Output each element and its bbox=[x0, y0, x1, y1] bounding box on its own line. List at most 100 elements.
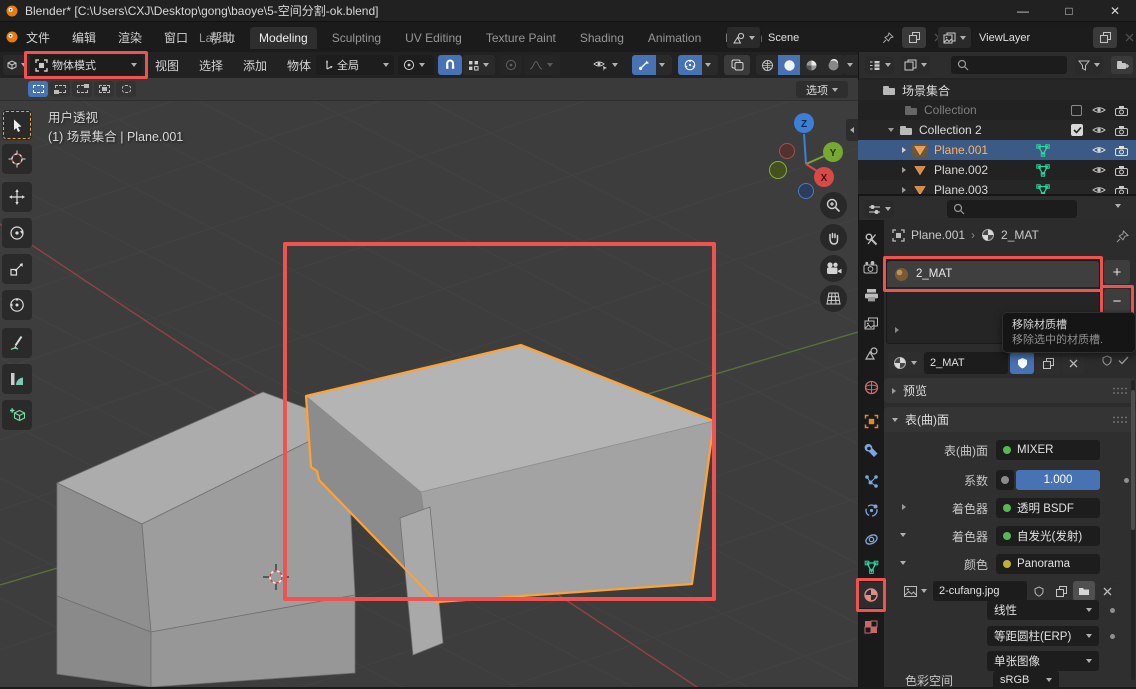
tab-constraints[interactable] bbox=[858, 526, 884, 552]
tool-add-cube[interactable] bbox=[2, 400, 32, 430]
tool-rotate[interactable] bbox=[2, 218, 32, 248]
tab-particles[interactable] bbox=[858, 468, 884, 494]
add-material-slot-button[interactable]: + bbox=[1104, 260, 1130, 284]
viewlayer-browse-dropdown[interactable] bbox=[938, 27, 971, 48]
tab-texture[interactable] bbox=[858, 614, 884, 640]
close-button[interactable]: ✕ bbox=[1096, 0, 1134, 22]
menu-add[interactable]: 添加 bbox=[243, 57, 267, 74]
viewlayer-name-field[interactable]: ViewLayer bbox=[973, 27, 1091, 48]
tab-uv-editing[interactable]: UV Editing bbox=[396, 27, 471, 49]
menu-file[interactable]: 文件 bbox=[26, 29, 50, 46]
select-mode-extend-button[interactable] bbox=[50, 81, 70, 97]
proportional-falloff-dropdown[interactable] bbox=[524, 55, 560, 75]
expand-icon[interactable] bbox=[902, 187, 906, 193]
viewport-pan-button[interactable] bbox=[820, 224, 847, 251]
tab-render[interactable] bbox=[858, 254, 884, 280]
gizmo-neg-z[interactable] bbox=[799, 184, 814, 199]
snap-settings-dropdown[interactable] bbox=[463, 55, 495, 75]
fake-user-button[interactable] bbox=[1010, 352, 1034, 374]
scene-name-field[interactable]: Scene bbox=[762, 27, 900, 48]
shading-solid-button[interactable] bbox=[778, 55, 800, 75]
gizmos-toggle[interactable] bbox=[632, 55, 656, 75]
tab-object[interactable] bbox=[858, 408, 884, 434]
new-collection-button[interactable] bbox=[1111, 56, 1133, 74]
hide-eye-icon[interactable] bbox=[1092, 165, 1106, 175]
exclude-checkbox-checked[interactable] bbox=[1071, 124, 1083, 136]
menu-view[interactable]: 视图 bbox=[155, 57, 179, 74]
properties-options-dropdown[interactable] bbox=[1115, 204, 1121, 208]
overlays-dropdown[interactable] bbox=[702, 55, 718, 75]
projection-dropdown[interactable]: 等距圆柱(ERP) bbox=[987, 626, 1099, 646]
tool-transform[interactable] bbox=[2, 290, 32, 320]
shading-wireframe-button[interactable] bbox=[756, 55, 778, 75]
tab-modifiers[interactable] bbox=[858, 438, 884, 464]
tab-object-data[interactable] bbox=[858, 554, 884, 580]
tab-texture-paint[interactable]: Texture Paint bbox=[477, 27, 565, 49]
xray-toggle[interactable] bbox=[724, 55, 750, 75]
image-copy-button[interactable] bbox=[1051, 581, 1071, 601]
expand-icon[interactable] bbox=[902, 504, 906, 510]
tab-sculpting[interactable]: Sculpting bbox=[323, 27, 390, 49]
exclude-checkbox[interactable] bbox=[1071, 105, 1082, 116]
outliner-row-plane-001[interactable]: Plane.001 bbox=[858, 140, 1136, 160]
pin-id-icon[interactable] bbox=[1116, 230, 1129, 243]
proportional-editing-toggle[interactable] bbox=[500, 55, 522, 75]
menu-edit[interactable]: 编辑 bbox=[72, 29, 96, 46]
select-mode-set-button[interactable] bbox=[28, 81, 48, 97]
scene-3d[interactable] bbox=[0, 101, 858, 687]
properties-search-input[interactable] bbox=[947, 200, 1077, 218]
minimize-button[interactable]: — bbox=[1004, 0, 1042, 22]
outliner-row-collection[interactable]: Collection bbox=[858, 100, 1136, 120]
fac-slider[interactable]: 1.000 bbox=[1016, 470, 1100, 490]
viewport[interactable]: 用户透视 (1) 场景集合 | Plane.001 bbox=[0, 101, 858, 687]
outliner-editor-dropdown[interactable] bbox=[865, 56, 894, 74]
visibility-dropdown[interactable] bbox=[588, 55, 628, 75]
tab-world[interactable] bbox=[858, 374, 884, 400]
sidebar-collapse-handle[interactable] bbox=[846, 119, 858, 141]
panel-grip-icon[interactable] bbox=[1112, 415, 1128, 425]
fac-socket-button[interactable] bbox=[996, 470, 1014, 490]
outliner-filter-dropdown[interactable] bbox=[1075, 56, 1103, 74]
maximize-button[interactable]: □ bbox=[1050, 0, 1088, 22]
select-mode-intersect-button[interactable] bbox=[116, 81, 136, 97]
menu-render[interactable]: 渲染 bbox=[118, 29, 142, 46]
tool-select-box[interactable] bbox=[2, 110, 32, 140]
viewlayer-new-button[interactable] bbox=[1093, 27, 1117, 48]
breadcrumb-material[interactable]: 2_MAT bbox=[1001, 228, 1039, 242]
overlays-toggle[interactable] bbox=[678, 55, 702, 75]
viewport-camera-button[interactable] bbox=[820, 255, 847, 282]
editor-type-dropdown[interactable] bbox=[3, 55, 30, 75]
tab-scene[interactable] bbox=[858, 340, 884, 366]
scene-new-button[interactable] bbox=[902, 27, 926, 48]
image-name-field[interactable]: 2-cufang.jpg bbox=[933, 581, 1027, 601]
menu-object[interactable]: 物体 bbox=[287, 57, 311, 74]
hide-eye-icon[interactable] bbox=[1092, 105, 1106, 115]
outliner-row-scene-collection[interactable]: 场景集合 bbox=[858, 80, 1136, 100]
disable-render-camera-icon[interactable] bbox=[1115, 125, 1128, 136]
image-browse-dropdown[interactable] bbox=[900, 581, 931, 601]
tab-view-layer[interactable] bbox=[858, 310, 884, 336]
link-shield-mini-icon[interactable] bbox=[1102, 355, 1112, 366]
disable-render-camera-icon[interactable] bbox=[1115, 145, 1128, 156]
tool-scale[interactable] bbox=[2, 254, 32, 284]
unlink-material-button[interactable] bbox=[1062, 352, 1084, 374]
material-browse-dropdown[interactable] bbox=[888, 352, 922, 374]
panel-grip-icon[interactable] bbox=[1112, 386, 1128, 396]
mode-dropdown[interactable]: 物体模式 bbox=[30, 55, 142, 75]
navigation-gizmo[interactable]: Z Y X bbox=[762, 110, 854, 202]
expand-icon[interactable] bbox=[902, 147, 906, 153]
snap-toggle[interactable] bbox=[438, 55, 462, 75]
panel-preview-header[interactable]: 预览 bbox=[884, 378, 1136, 403]
viewport-ortho-button[interactable] bbox=[820, 285, 847, 312]
shader2-node-button[interactable]: 自发光(发射) bbox=[996, 526, 1100, 546]
image-open-button[interactable] bbox=[1073, 581, 1095, 601]
remove-material-slot-button[interactable]: − bbox=[1104, 289, 1130, 313]
outliner-display-mode-dropdown[interactable] bbox=[901, 56, 930, 74]
collapse-icon[interactable] bbox=[900, 533, 906, 537]
menu-window[interactable]: 窗口 bbox=[164, 29, 188, 46]
image-fake-user-button[interactable] bbox=[1029, 581, 1049, 601]
shading-rendered-button[interactable] bbox=[822, 55, 844, 75]
outliner-row-collection-2[interactable]: Collection 2 bbox=[858, 120, 1136, 140]
material-slot-row[interactable]: 2_MAT bbox=[887, 261, 1099, 287]
tab-material[interactable] bbox=[858, 582, 884, 608]
